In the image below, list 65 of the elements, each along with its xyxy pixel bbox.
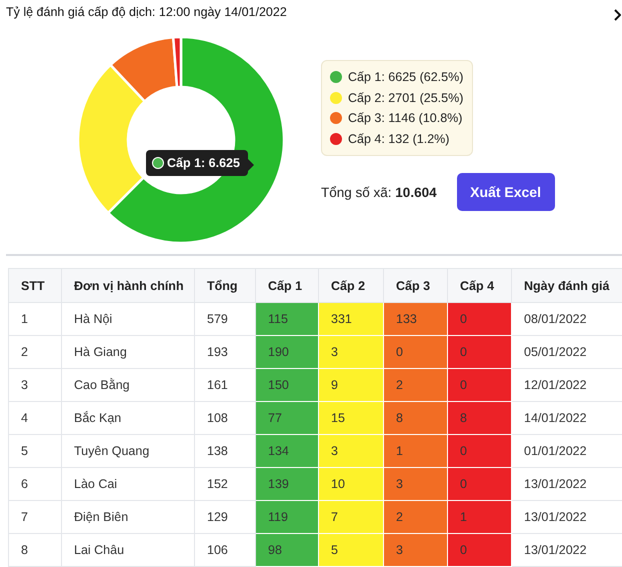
tooltip-text: Cấp 1: 6.625 [167, 156, 240, 170]
table-cell: 7 [8, 500, 62, 534]
table-cell: 98 [256, 534, 318, 566]
column-header: Ngày đánh giá [512, 268, 622, 302]
table-cell: 3 [8, 368, 62, 402]
table-cell: 1 [448, 500, 512, 534]
chevron-right-icon[interactable] [614, 9, 621, 21]
column-header: STT [8, 268, 62, 302]
column-header: Tổng [194, 268, 256, 302]
table-cell: 2 [384, 500, 448, 534]
table-cell: 8 [448, 402, 512, 434]
legend-label: Cấp 4: 132 (1.2%) [348, 132, 450, 146]
table-cell: 3 [318, 336, 384, 368]
legend-label: Cấp 2: 2701 (25.5%) [348, 90, 464, 105]
table-cell: 0 [448, 468, 512, 500]
table-cell: 6 [8, 468, 62, 500]
table-cell: 331 [318, 302, 384, 336]
table-cell: 134 [256, 434, 318, 468]
table-cell: 3 [384, 468, 448, 500]
table-cell: 9 [318, 368, 384, 402]
total-count: Tổng số xã: 10.604 [321, 184, 437, 200]
table-cell: 5 [318, 534, 384, 566]
table-cell: 0 [448, 434, 512, 468]
table-cell: 8 [8, 534, 62, 566]
table-cell: 10 [318, 468, 384, 500]
table-cell: 3 [384, 534, 448, 566]
table-cell: 115 [256, 302, 318, 336]
legend-label: Cấp 1: 6625 (62.5%) [348, 70, 464, 84]
table-cell: 4 [8, 402, 62, 434]
table-cell: Điện Biên [62, 500, 194, 534]
table-cell: 3 [318, 434, 384, 468]
table-cell: 190 [256, 336, 318, 368]
table-cell: Hà Nội [62, 302, 194, 336]
column-header: Cấp 2 [318, 268, 384, 302]
table-cell: 119 [256, 500, 318, 534]
table-cell: 1 [384, 434, 448, 468]
table-cell: 0 [448, 534, 512, 566]
table-cell: 1 [8, 302, 62, 336]
table-cell: Lai Châu [62, 534, 194, 566]
table-cell: 150 [256, 368, 318, 402]
table-cell: 2 [8, 336, 62, 368]
table-cell: Cao Bằng [62, 368, 194, 402]
column-header: Đơn vị hành chính [62, 268, 194, 302]
table-cell: 2 [384, 368, 448, 402]
table-cell: Tuyên Quang [62, 434, 194, 468]
table-cell: 77 [256, 402, 318, 434]
table-cell: 5 [8, 434, 62, 468]
column-header: Cấp 1 [256, 268, 318, 302]
table-cell: 15 [318, 402, 384, 434]
table-cell: Bắc Kạn [62, 402, 194, 434]
table-cell: Lào Cai [62, 468, 194, 500]
column-header: Cấp 4 [448, 268, 512, 302]
table-cell: 0 [448, 302, 512, 336]
column-header: Cấp 3 [384, 268, 448, 302]
table-cell: 0 [448, 336, 512, 368]
table-cell: Hà Giang [62, 336, 194, 368]
table-cell: 0 [448, 368, 512, 402]
table-cell: 8 [384, 402, 448, 434]
table-cell: 0 [384, 336, 448, 368]
export-excel-button[interactable]: Xuất Excel [456, 173, 555, 211]
table-cell: 133 [384, 302, 448, 336]
legend-label: Cấp 3: 1146 (10.8%) [348, 111, 462, 126]
chart-title: Tỷ lệ đánh giá cấp độ dịch: 12:00 ngày 14/01/2022 [6, 5, 287, 19]
table-cell: 139 [256, 468, 318, 500]
table-cell: 7 [318, 500, 384, 534]
